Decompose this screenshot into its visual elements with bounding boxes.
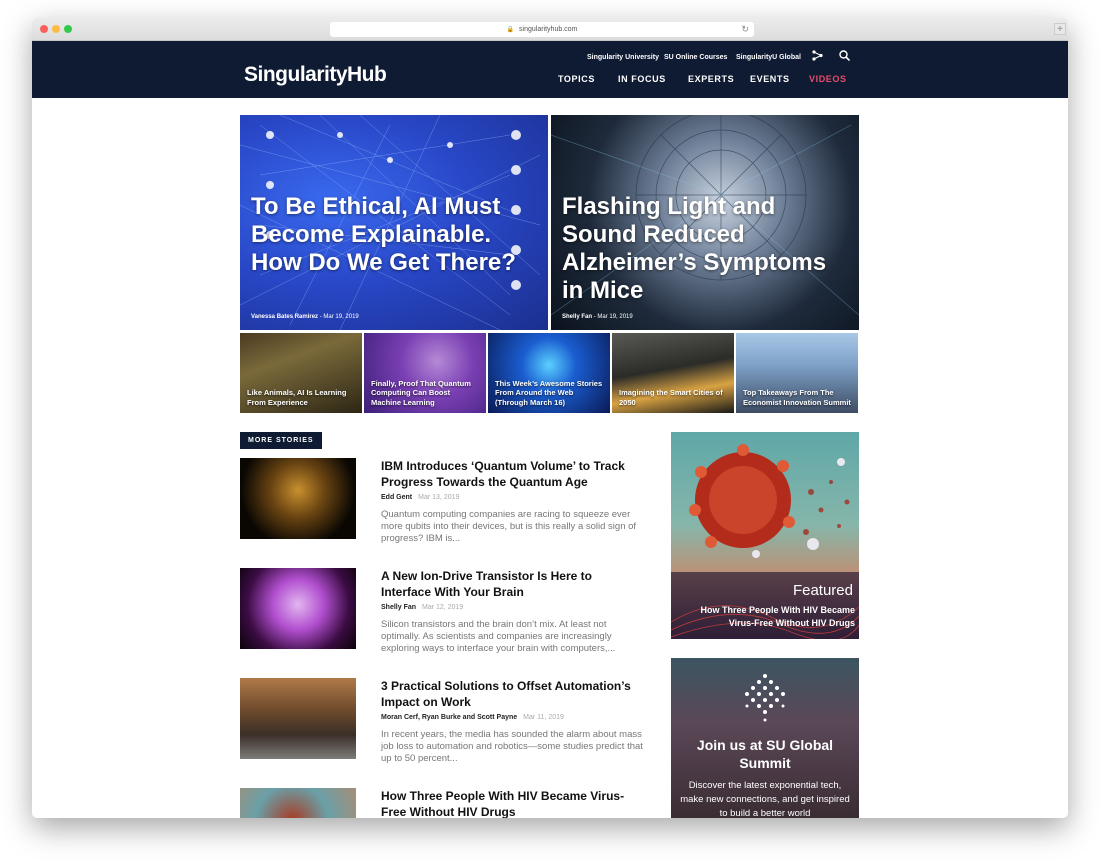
nav-events[interactable]: EVENTS [750, 74, 790, 84]
story-author[interactable]: Moran Cerf, Ryan Burke and Scott Payne [381, 714, 517, 721]
close-window-button[interactable] [40, 25, 48, 33]
summit-ad[interactable]: Join us at SU Global Summit Discover the… [671, 658, 859, 818]
hero-story-author[interactable]: Vanessa Bates Ramirez [251, 314, 318, 320]
tile-story-quantum-ml[interactable]: Finally, Proof That Quantum Computing Ca… [364, 333, 486, 413]
address-bar-url: singularityhub.com [519, 26, 578, 33]
story-thumbnail[interactable] [240, 678, 356, 759]
browser-toolbar: 🔒 singularityhub.com ↻ + [32, 18, 1068, 41]
story-excerpt: Silicon transistors and the brain don’t … [381, 619, 616, 654]
hero-story-title[interactable]: To Be Ethical, AI Must Become Explainabl… [251, 193, 521, 277]
browser-window: 🔒 singularityhub.com ↻ + SingularityHub … [32, 18, 1068, 818]
nav-topics[interactable]: TOPICS [558, 74, 595, 84]
story-meta: Shelly Fan Mar 12, 2019 [381, 604, 463, 611]
nav-experts[interactable]: EXPERTS [688, 74, 734, 84]
story-date: Mar 13, 2019 [418, 494, 460, 501]
search-icon[interactable] [839, 50, 851, 64]
story-date: Mar 11, 2019 [523, 714, 564, 721]
hero-story-ai-ethics[interactable]: To Be Ethical, AI Must Become Explainabl… [240, 115, 548, 330]
tile-story-title[interactable]: Imagining the Smart Cities of 2050 [619, 388, 729, 407]
share-icon[interactable] [812, 50, 823, 64]
tile-story-awesome-stories[interactable]: This Week’s Awesome Stories From Around … [488, 333, 610, 413]
story-date: Mar 12, 2019 [422, 604, 464, 611]
maximize-window-button[interactable] [64, 25, 72, 33]
minimize-window-button[interactable] [52, 25, 60, 33]
hero-story-alzheimers[interactable]: Flashing Light and Sound Reduced Alzheim… [551, 115, 859, 330]
story-excerpt: In recent years, the media has sounded t… [381, 729, 643, 764]
story-title[interactable]: IBM Introduces ‘Quantum Volume’ to Track… [381, 458, 641, 490]
address-bar[interactable]: 🔒 singularityhub.com ↻ [330, 22, 754, 37]
reload-icon[interactable]: ↻ [741, 22, 749, 37]
story-title[interactable]: 3 Practical Solutions to Offset Automati… [381, 678, 641, 710]
site-header: SingularityHub Singularity University SU… [32, 41, 1068, 98]
story-thumbnail[interactable] [240, 568, 356, 649]
nav-in-focus[interactable]: IN FOCUS [618, 74, 666, 84]
hero-story-meta: Shelly Fan - Mar 19, 2019 [562, 314, 633, 320]
tile-story-title[interactable]: Top Takeaways From The Economist Innovat… [743, 388, 853, 407]
story-author[interactable]: Edd Gent [381, 494, 412, 501]
hero-story-date: Mar 19, 2019 [597, 314, 633, 320]
featured-story[interactable]: Featured How Three People With HIV Becam… [671, 432, 859, 639]
featured-title[interactable]: How Three People With HIV Became Virus-F… [675, 604, 855, 630]
story-thumbnail[interactable] [240, 458, 356, 539]
hero-story-date: Mar 19, 2019 [323, 314, 359, 320]
tile-story-title[interactable]: This Week’s Awesome Stories From Around … [495, 379, 605, 408]
tile-story-title[interactable]: Like Animals, AI Is Learning From Experi… [247, 388, 357, 407]
story-thumbnail[interactable] [240, 788, 356, 818]
story-meta: Moran Cerf, Ryan Burke and Scott Payne Ma… [381, 714, 564, 721]
more-stories-label: MORE STORIES [240, 432, 322, 449]
tile-story-economist-summit[interactable]: Top Takeaways From The Economist Innovat… [736, 333, 858, 413]
story-meta: Edd Gent Mar 13, 2019 [381, 494, 459, 501]
utility-link-su-online-courses[interactable]: SU Online Courses [664, 54, 727, 61]
tile-story-animals-ai[interactable]: Like Animals, AI Is Learning From Experi… [240, 333, 362, 413]
nav-videos[interactable]: VIDEOS [809, 74, 847, 84]
tile-story-title[interactable]: Finally, Proof That Quantum Computing Ca… [371, 379, 481, 408]
hero-story-author[interactable]: Shelly Fan [562, 314, 592, 320]
utility-link-singularity-university[interactable]: Singularity University [587, 54, 659, 61]
hero-story-title[interactable]: Flashing Light and Sound Reduced Alzheim… [562, 193, 832, 305]
story-title[interactable]: How Three People With HIV Became Virus-F… [381, 788, 641, 818]
utility-link-singularityu-global[interactable]: SingularityU Global [736, 54, 801, 61]
lock-icon: 🔒 [506, 27, 515, 33]
site-logo[interactable]: SingularityHub [244, 63, 387, 87]
new-tab-button[interactable]: + [1054, 23, 1066, 35]
summit-ad-title[interactable]: Join us at SU Global Summit [671, 736, 859, 772]
story-title[interactable]: A New Ion-Drive Transistor Is Here to In… [381, 568, 641, 600]
story-excerpt: Quantum computing companies are racing t… [381, 509, 637, 544]
hero-story-meta: Vanessa Bates Ramirez - Mar 19, 2019 [251, 314, 359, 320]
tile-story-smart-cities[interactable]: Imagining the Smart Cities of 2050 [612, 333, 734, 413]
featured-label: Featured [792, 582, 853, 599]
summit-ad-text: Discover the latest exponential tech, ma… [680, 780, 850, 818]
story-author[interactable]: Shelly Fan [381, 604, 416, 611]
summit-logo-icon [745, 674, 785, 722]
